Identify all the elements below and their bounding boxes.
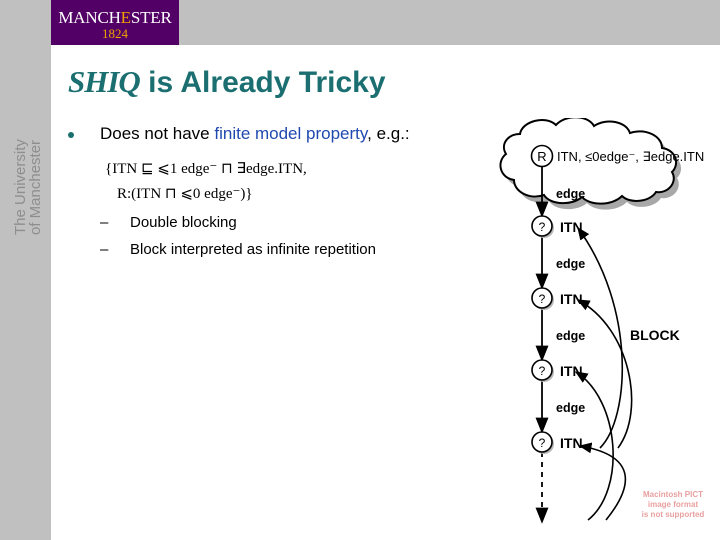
block-annotation-label: BLOCK — [630, 327, 680, 343]
formula-line-2: R:(ITN ⊓ ⩽0 edge⁻)} — [117, 186, 253, 202]
node-label: ? — [539, 436, 546, 450]
node-label: ? — [539, 364, 546, 378]
slide-canvas: The University of Manchester MANCHESTER … — [0, 0, 720, 540]
bullet-text-after: , e.g.: — [367, 124, 410, 143]
pict-note-line-1: Macintosh PICT — [642, 490, 703, 499]
tableau-node: ? ITN — [531, 359, 583, 382]
tableau-diagram: R ITN, ≤0edge⁻, ∃edge.ITN edge edge edge… — [480, 118, 720, 540]
bullet-dot-icon — [68, 132, 74, 138]
edge-label: edge — [556, 257, 585, 271]
sub-bullet-label: Block interpreted as infinite repetition — [130, 241, 376, 258]
header-band — [179, 0, 720, 45]
node-concept-label: ITN — [560, 219, 583, 235]
tableau-node: ? ITN — [531, 215, 583, 238]
cloud-label: ITN, ≤0edge⁻, ∃edge.ITN — [557, 149, 704, 164]
logo-wordmark: MANCHESTER — [51, 8, 179, 28]
node-concept-label: ITN — [560, 291, 583, 307]
pict-unsupported-note: Macintosh PICT image format is not suppo… — [627, 490, 719, 520]
node-concept-label: ITN — [560, 363, 583, 379]
bullet-text-before: Does not have — [100, 124, 215, 143]
bullet-label: Does not have finite model property, e.g… — [100, 124, 410, 144]
node-label: ? — [539, 220, 546, 234]
title-logic-name: SHIQ — [68, 64, 141, 99]
edge-label: edge — [556, 401, 585, 415]
bullet-text-emphasis: finite model property — [214, 124, 368, 143]
title-remainder: is Already Tricky — [139, 66, 386, 99]
pict-note-line-3: is not supported — [641, 510, 705, 519]
tableau-node: ? ITN — [531, 287, 583, 310]
knowledge-base-formula: {ITN ⊑ ⩽1 edge⁻ ⊓ ∃edge.ITN, R:(ITN ⊓ ⩽0… — [105, 157, 307, 207]
university-wordmark: The University of Manchester — [12, 139, 44, 235]
edge-label: edge — [556, 329, 585, 343]
branding-sidebar: The University of Manchester — [0, 0, 51, 540]
root-node-label: R — [537, 149, 546, 164]
manchester-logo: MANCHESTER 1824 — [51, 0, 179, 45]
sub-bullet-label: Double blocking — [130, 214, 237, 231]
tableau-node: ? ITN — [531, 431, 583, 454]
page-title: SHIQ is Already Tricky — [68, 64, 386, 100]
logo-word-highlight: E — [120, 8, 131, 27]
sub-bullet-dash-icon: – — [100, 214, 109, 231]
formula-line-1: {ITN ⊑ ⩽1 edge⁻ ⊓ ∃edge.ITN, — [105, 161, 307, 177]
pict-note-line-2: image format — [647, 500, 699, 509]
node-label: ? — [539, 292, 546, 306]
node-concept-label: ITN — [560, 435, 583, 451]
blocking-arrow-d — [578, 442, 627, 521]
logo-word-pre: MANCH — [58, 8, 121, 27]
logo-word-post: STER — [130, 8, 172, 27]
blocking-arrow-b — [576, 299, 633, 449]
sub-bullet-dash-icon: – — [100, 241, 109, 258]
logo-year: 1824 — [102, 26, 128, 41]
edge-label: edge — [556, 187, 585, 201]
